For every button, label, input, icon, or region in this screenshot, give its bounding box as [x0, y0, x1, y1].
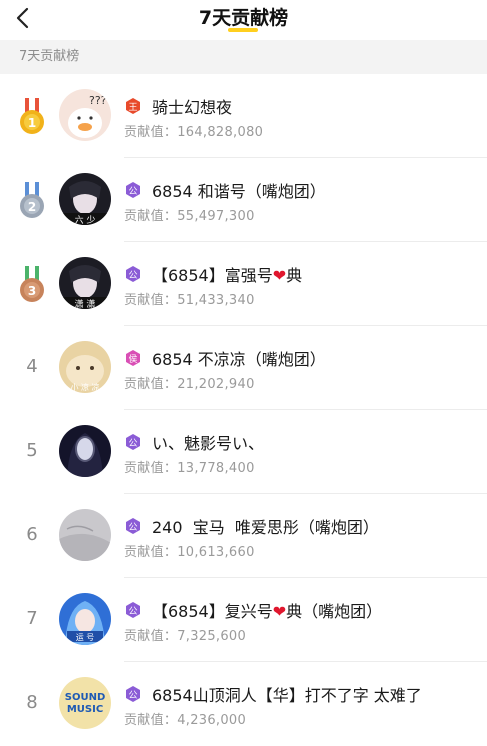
- ranking-row[interactable]: 6 公 240 宝马 唯爱思彤（嘴炮团） 贡献值：10,613,660: [0, 494, 487, 578]
- contribution-value: 贡献值：55,497,300: [124, 209, 255, 224]
- avatar[interactable]: 运 号: [59, 593, 111, 645]
- rank-number: 4: [26, 356, 38, 377]
- contribution-value: 贡献值：13,778,400: [124, 461, 255, 476]
- top-bar: 7天贡献榜: [0, 0, 487, 40]
- svg-text:3: 3: [28, 284, 36, 298]
- svg-text:SOUND: SOUND: [65, 692, 106, 703]
- svg-text:MUSIC: MUSIC: [67, 704, 103, 715]
- svg-text:小 凉 凉: 小 凉 凉: [70, 382, 99, 392]
- svg-text:运 号: 运 号: [76, 633, 95, 642]
- svg-text:2: 2: [28, 200, 36, 214]
- silver-medal-icon: 2: [20, 182, 44, 218]
- avatar[interactable]: [59, 509, 111, 561]
- page-title: 7天贡献榜: [198, 7, 289, 29]
- rank-badge-duke-icon: 公: [126, 434, 140, 450]
- rank-number: 6: [26, 524, 38, 545]
- user-name: 6854 和谐号（嘴炮团）: [152, 182, 326, 201]
- user-name: 骑士幻想夜: [152, 98, 233, 117]
- bronze-medal-icon: 3: [20, 266, 44, 302]
- rank-badge-duke-icon: 公: [126, 518, 140, 534]
- rank-badge-marquis-icon: 侯: [126, 350, 140, 366]
- svg-text:公: 公: [128, 270, 137, 281]
- avatar[interactable]: 小 凉 凉: [59, 341, 111, 393]
- ranking-row[interactable]: 1 ??? 王 骑士幻想夜 贡献值：164,828,080: [0, 74, 487, 158]
- user-name: 240 宝马 唯爱思彤（嘴炮团）: [152, 518, 379, 537]
- avatar[interactable]: SOUND MUSIC: [59, 677, 111, 729]
- ranking-row[interactable]: 8 SOUND MUSIC 公 6854山顶洞人【华】打不了字 太难了 贡献值：…: [0, 662, 487, 746]
- contribution-value: 贡献值：7,325,600: [124, 629, 247, 644]
- svg-text:公: 公: [128, 522, 137, 533]
- ranking-row[interactable]: 5 公 い、魅影号い、 贡献值：13,778,400: [0, 410, 487, 494]
- svg-text:王: 王: [128, 102, 137, 113]
- rank-number: 5: [26, 440, 38, 461]
- avatar[interactable]: 六 少: [59, 173, 111, 225]
- svg-text:公: 公: [128, 186, 137, 197]
- svg-text:1: 1: [28, 116, 36, 130]
- rank-number: 7: [26, 608, 38, 629]
- rank-badge-duke-icon: 公: [126, 182, 140, 198]
- contribution-value: 贡献值：4,236,000: [124, 713, 247, 728]
- title-underline: [228, 28, 258, 32]
- rank-badge-king-icon: 王: [126, 98, 140, 114]
- avatar[interactable]: [59, 425, 111, 477]
- heart-icon: ❤: [272, 266, 287, 285]
- ranking-row[interactable]: 2 六 少 公 6854 和谐号（嘴炮团） 贡献值：55,497,300: [0, 158, 487, 242]
- svg-text:侯: 侯: [128, 353, 137, 365]
- ranking-list: 1 ??? 王 骑士幻想夜 贡献值：164,828,080 2 六 少 公 68…: [0, 74, 487, 746]
- user-name: 6854山顶洞人【华】打不了字 太难了: [152, 686, 422, 705]
- avatar[interactable]: 潇 潇: [59, 257, 111, 309]
- svg-text:六 少: 六 少: [75, 214, 96, 225]
- user-name: い、魅影号い、: [152, 434, 265, 453]
- svg-text:公: 公: [128, 438, 137, 449]
- contribution-value: 贡献值：164,828,080: [124, 125, 264, 140]
- heart-icon: ❤: [272, 602, 287, 621]
- user-name: 【6854】复兴号❤典（嘴炮团）: [152, 602, 383, 621]
- ranking-row[interactable]: 4 小 凉 凉 侯 6854 不凉凉（嘴炮团） 贡献值：21,202,940: [0, 326, 487, 410]
- section-header: 7天贡献榜: [0, 40, 487, 74]
- ranking-row[interactable]: 3 潇 潇 公 【6854】富强号❤典 贡献值：51,433,340: [0, 242, 487, 326]
- contribution-value: 贡献值：51,433,340: [124, 293, 255, 308]
- rank-badge-duke-icon: 公: [126, 266, 140, 282]
- avatar[interactable]: ???: [59, 89, 111, 141]
- contribution-value: 贡献值：21,202,940: [124, 377, 255, 392]
- user-name: 【6854】富强号❤典: [152, 266, 303, 285]
- user-name: 6854 不凉凉（嘴炮团）: [152, 350, 326, 369]
- svg-text:潇 潇: 潇 潇: [75, 298, 96, 309]
- svg-text:???: ???: [89, 94, 107, 107]
- gold-medal-icon: 1: [20, 98, 44, 134]
- rank-badge-duke-icon: 公: [126, 686, 140, 702]
- svg-text:公: 公: [128, 690, 137, 701]
- rank-badge-duke-icon: 公: [126, 602, 140, 618]
- rank-number: 8: [26, 692, 38, 713]
- ranking-row[interactable]: 7 运 号 公 【6854】复兴号❤典（嘴炮团） 贡献值：7,325,600: [0, 578, 487, 662]
- svg-text:公: 公: [128, 606, 137, 617]
- contribution-value: 贡献值：10,613,660: [124, 545, 255, 560]
